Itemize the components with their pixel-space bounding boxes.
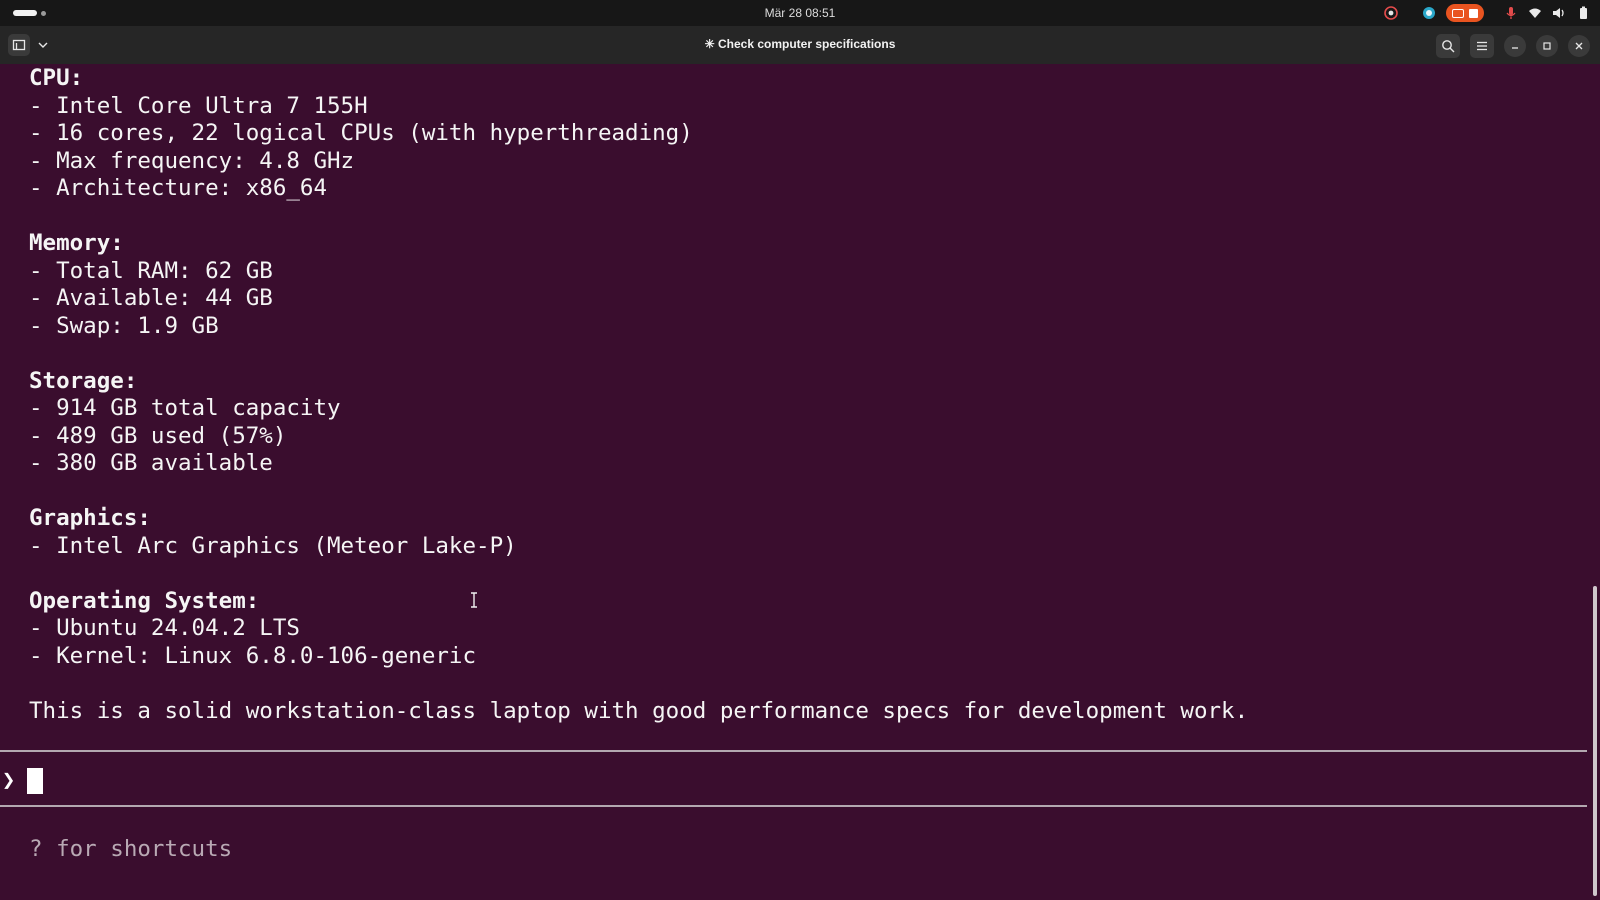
system-tray[interactable] <box>1384 4 1590 22</box>
screen-record-indicator[interactable] <box>1446 4 1484 22</box>
close-button[interactable] <box>1568 35 1590 57</box>
date-time[interactable]: Mär 28 08:51 <box>765 6 836 20</box>
section-heading: Graphics: <box>29 505 151 531</box>
battery-icon[interactable] <box>1576 6 1590 20</box>
output-line: - Swap: 1.9 GB <box>29 312 219 339</box>
status-dot-icon[interactable] <box>1422 6 1436 20</box>
section-heading: Operating System: <box>29 587 260 614</box>
section-heading: Memory: <box>29 230 124 256</box>
output-line: - Total RAM: 62 GB <box>29 257 273 284</box>
chrome-icon[interactable] <box>1384 6 1398 20</box>
shortcuts-hint: ? for shortcuts <box>29 836 233 862</box>
section-heading: CPU: <box>29 65 84 91</box>
prompt-symbol: ❯ <box>2 768 16 793</box>
menu-icon <box>1477 41 1487 51</box>
minimize-icon <box>1512 47 1518 49</box>
prompt-row[interactable]: ❯ <box>0 764 1587 798</box>
activities-button[interactable] <box>13 10 46 16</box>
search-icon <box>1442 40 1455 53</box>
mouse-ibeam-cursor <box>471 592 477 608</box>
output-line: - Architecture: x86_64 <box>29 175 328 201</box>
output-line: - Intel Core Ultra 7 155H <box>29 92 368 119</box>
chevron-down-icon <box>38 42 48 48</box>
output-line: - Max frequency: 4.8 GHz <box>29 147 355 174</box>
section-heading: Storage: <box>29 367 138 394</box>
input-bottom-border <box>0 805 1587 807</box>
system-top-bar: Mär 28 08:51 <box>0 0 1600 26</box>
prompt-input[interactable] <box>27 767 1527 795</box>
terminal-output: CPU: - Intel Core Ultra 7 155H - 16 cores,… <box>29 65 1248 725</box>
wifi-icon[interactable] <box>1528 6 1542 20</box>
tab-menu-button[interactable] <box>32 34 54 56</box>
maximize-button[interactable] <box>1536 35 1558 57</box>
terminal-view[interactable]: CPU: - Intel Core Ultra 7 155H - 16 cores,… <box>0 64 1600 900</box>
workspace-indicator <box>41 10 46 16</box>
output-line: - Intel Arc Graphics (Meteor Lake-P) <box>29 532 517 559</box>
output-line: - Ubuntu 24.04.2 LTS <box>29 615 300 641</box>
screen-share-icon <box>1452 8 1464 18</box>
scrollbar-thumb[interactable] <box>1593 586 1597 896</box>
volume-icon[interactable] <box>1552 6 1566 20</box>
menu-button[interactable] <box>1470 34 1494 58</box>
output-line: - Available: 44 GB <box>29 285 273 311</box>
output-line: - 380 GB available <box>29 450 273 476</box>
output-line: - Kernel: Linux 6.8.0-106-generic <box>29 642 477 669</box>
search-button[interactable] <box>1436 34 1460 58</box>
input-top-border <box>0 750 1587 752</box>
close-icon <box>1575 42 1583 50</box>
workspace-active-indicator <box>13 10 37 16</box>
minimize-button[interactable] <box>1504 35 1526 57</box>
new-tab-button[interactable] <box>8 34 30 56</box>
maximize-icon <box>1543 42 1551 50</box>
stop-record-icon[interactable] <box>1469 8 1478 18</box>
window-title: ✳ Check computer specifications <box>704 37 896 51</box>
new-tab-icon <box>12 39 26 51</box>
output-line: - 16 cores, 22 logical CPUs (with hypert… <box>29 120 693 146</box>
window-header-bar: ✳ Check computer specifications <box>0 26 1600 64</box>
text-cursor <box>27 768 43 794</box>
output-line: - 914 GB total capacity <box>29 395 341 421</box>
output-line: This is a solid workstation-class laptop… <box>29 697 1249 724</box>
output-line: - 489 GB used (57%) <box>29 422 287 449</box>
microphone-icon[interactable] <box>1504 6 1518 20</box>
